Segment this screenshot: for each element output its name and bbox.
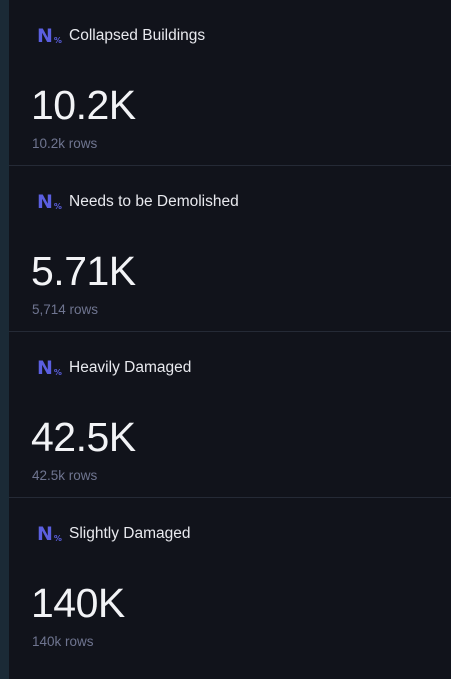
metric-value: 140K [31,580,125,626]
number-percent-icon: N% [37,523,62,545]
row-count: 5,714 rows [32,302,99,317]
card-header: N% Heavily Damaged [37,357,191,379]
metrics-panel: N% Collapsed Buildings 10.2K 10.2k rows … [9,0,451,679]
dashboard-viewport: N% Collapsed Buildings 10.2K 10.2k rows … [0,0,451,679]
number-percent-icon: N% [37,357,62,379]
row-count: 42.5k rows [32,468,98,483]
card-title: Needs to be Demolished [69,193,239,210]
metric-card-collapsed-buildings[interactable]: N% Collapsed Buildings 10.2K 10.2k rows [9,0,451,166]
metric-card-heavily-damaged[interactable]: N% Heavily Damaged 42.5K 42.5k rows [9,332,451,498]
number-percent-icon: N% [37,25,62,47]
card-header: N% Collapsed Buildings [37,25,205,47]
row-count: 140k rows [32,634,94,649]
metric-value: 10.2K [31,82,136,128]
metric-card-slightly-damaged[interactable]: N% Slightly Damaged 140K 140k rows [9,498,451,678]
metric-card-needs-demolition[interactable]: N% Needs to be Demolished 5.71K 5,714 ro… [9,166,451,332]
card-title: Slightly Damaged [69,525,191,542]
card-header: N% Slightly Damaged [37,523,190,545]
row-count: 10.2k rows [32,136,98,151]
metric-value: 5.71K [31,248,136,294]
card-title: Heavily Damaged [69,359,192,376]
card-header: N% Needs to be Demolished [37,191,239,213]
card-title: Collapsed Buildings [69,27,206,44]
metric-value: 42.5K [31,414,136,460]
number-percent-icon: N% [37,191,62,213]
